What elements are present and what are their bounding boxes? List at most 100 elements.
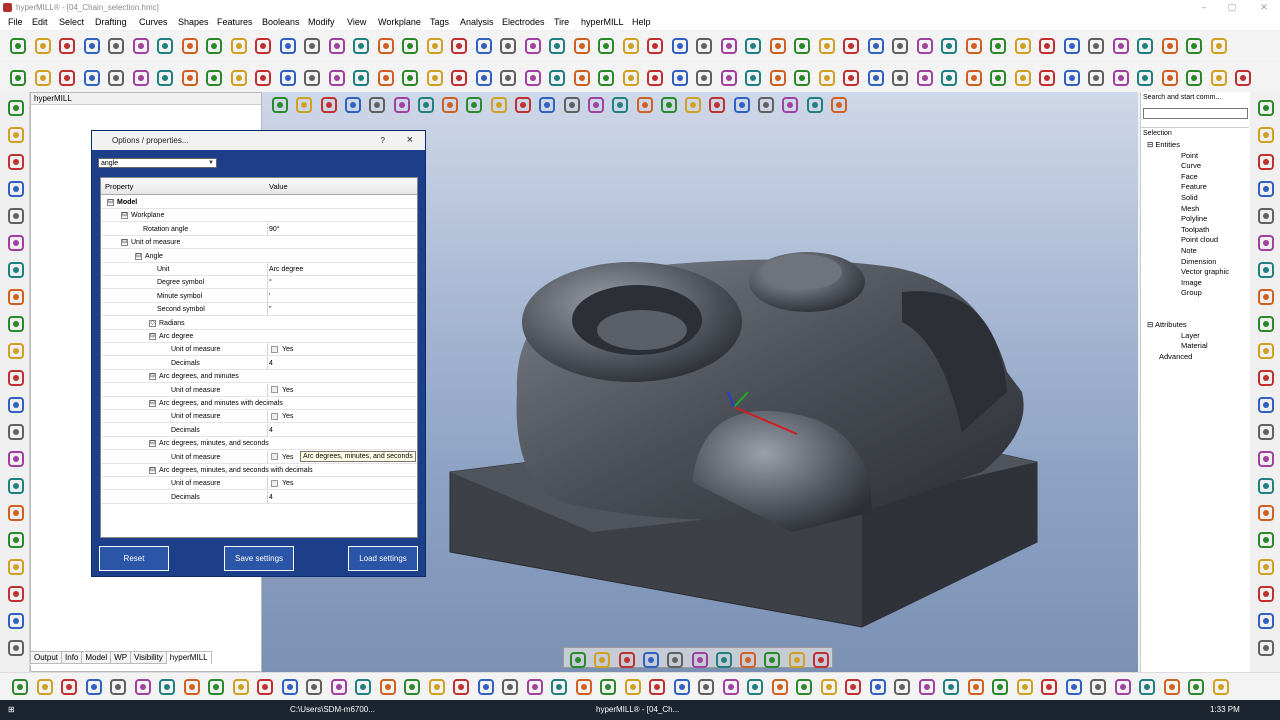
tree-item-toolpath[interactable]: Toolpath xyxy=(1181,225,1209,235)
expand-toggle-icon[interactable]: ⊟ xyxy=(135,252,142,260)
bottom-tool-icon[interactable] xyxy=(647,677,665,695)
menu-modify[interactable]: Modify xyxy=(308,15,335,30)
toolbar-tool-icon[interactable] xyxy=(229,36,247,54)
drafting-tool-icon[interactable] xyxy=(1233,68,1251,86)
drafting-tool-icon[interactable] xyxy=(155,68,173,86)
bottom-tool-icon[interactable] xyxy=(280,677,298,695)
drafting-tool-icon[interactable] xyxy=(670,68,688,86)
close-window-button[interactable]: ✕ xyxy=(1250,0,1278,15)
left-tool-icon[interactable] xyxy=(6,152,24,170)
right-tool-icon[interactable] xyxy=(1256,530,1274,548)
drafting-tool-icon[interactable] xyxy=(229,68,247,86)
menu-tags[interactable]: Tags xyxy=(430,15,449,30)
viewport-tool-icon[interactable] xyxy=(294,95,313,113)
drafting-tool-icon[interactable] xyxy=(939,68,957,86)
toolbar-tool-icon[interactable] xyxy=(523,36,541,54)
bottom-tool-icon[interactable] xyxy=(696,677,714,695)
drafting-tool-icon[interactable] xyxy=(1062,68,1080,86)
right-tool-icon[interactable] xyxy=(1256,125,1274,143)
tab-wp[interactable]: WP xyxy=(110,651,132,664)
property-row[interactable]: ⊟ Unit of measure xyxy=(101,236,417,250)
bottom-tool-icon[interactable] xyxy=(990,677,1008,695)
maximize-button[interactable]: ▢ xyxy=(1218,0,1246,15)
right-tool-icon[interactable] xyxy=(1256,314,1274,332)
right-tool-icon[interactable] xyxy=(1256,152,1274,170)
toolbar-tool-icon[interactable] xyxy=(425,36,443,54)
view-mode-icon[interactable] xyxy=(641,650,659,668)
viewport-tool-icon[interactable] xyxy=(635,95,653,113)
tree-item-solid[interactable]: Solid xyxy=(1181,193,1198,203)
tree-item-feature[interactable]: Feature xyxy=(1181,182,1207,192)
left-tool-icon[interactable] xyxy=(6,368,24,386)
drafting-tool-icon[interactable] xyxy=(915,68,933,86)
tab-visibility[interactable]: Visibility xyxy=(130,651,167,664)
drafting-tool-icon[interactable] xyxy=(596,68,614,86)
drafting-tool-icon[interactable] xyxy=(1160,68,1178,86)
toolbar-tool-icon[interactable] xyxy=(1135,36,1153,54)
viewport-tool-icon[interactable] xyxy=(586,95,604,113)
toolbar-tool-icon[interactable] xyxy=(915,36,933,54)
property-value[interactable]: ' xyxy=(267,289,417,303)
bottom-tool-icon[interactable] xyxy=(941,677,959,695)
bottom-tool-icon[interactable] xyxy=(427,677,445,695)
drafting-tool-icon[interactable] xyxy=(376,68,394,86)
menu-help[interactable]: Help xyxy=(632,15,651,30)
bottom-tool-icon[interactable] xyxy=(108,677,126,695)
property-row[interactable]: ⊟ Arc degrees, and minutes with decimals xyxy=(101,397,417,410)
toolbar-tool-icon[interactable] xyxy=(449,36,467,54)
bottom-tool-icon[interactable] xyxy=(451,677,469,695)
viewport-tool-icon[interactable] xyxy=(319,95,337,113)
search-commands-input[interactable] xyxy=(1143,108,1248,119)
tree-item-face[interactable]: Face xyxy=(1181,172,1198,182)
menu-electrodes[interactable]: Electrodes xyxy=(502,15,545,30)
drafting-tool-icon[interactable] xyxy=(57,68,75,86)
left-tool-icon[interactable] xyxy=(6,422,24,440)
bottom-tool-icon[interactable] xyxy=(1015,677,1033,695)
toolbar-tool-icon[interactable] xyxy=(768,36,786,54)
view-mode-icon[interactable] xyxy=(592,650,611,668)
view-mode-icon[interactable] xyxy=(787,650,805,668)
menu-tire[interactable]: Tire xyxy=(554,15,569,30)
tab-output[interactable]: Output xyxy=(30,651,63,664)
property-value[interactable]: Yes xyxy=(267,383,417,397)
toolbar-tool-icon[interactable] xyxy=(866,36,884,54)
drafting-tool-icon[interactable] xyxy=(204,68,222,86)
bottom-tool-icon[interactable] xyxy=(598,677,616,695)
tree-item-group[interactable]: Group xyxy=(1181,288,1202,298)
toolbar-tool-icon[interactable] xyxy=(1209,36,1227,54)
expand-toggle-icon[interactable]: ⊟ xyxy=(107,199,114,206)
toolbar-tool-icon[interactable] xyxy=(131,36,149,54)
tree-item-point-cloud[interactable]: Point cloud xyxy=(1181,235,1218,245)
property-row[interactable]: Unit of measure Yes xyxy=(101,410,417,424)
drafting-tool-icon[interactable] xyxy=(82,68,100,86)
property-row[interactable]: Unit of measure Yes xyxy=(101,477,417,491)
toolbar-tool-icon[interactable] xyxy=(621,36,639,54)
drafting-tool-icon[interactable] xyxy=(1013,68,1031,86)
reset-button[interactable]: Reset xyxy=(99,546,169,571)
left-tool-icon[interactable] xyxy=(6,395,24,413)
toolbar-tool-icon[interactable] xyxy=(155,36,173,54)
toolbar-tool-icon[interactable] xyxy=(8,36,26,54)
viewport-tool-icon[interactable] xyxy=(829,95,847,113)
property-value[interactable]: Yes xyxy=(267,410,417,424)
tree-item-dimension[interactable]: Dimension xyxy=(1181,257,1216,267)
property-row[interactable]: Second symbol " xyxy=(101,303,417,317)
bottom-tool-icon[interactable] xyxy=(182,677,200,695)
drafting-tool-icon[interactable] xyxy=(400,68,418,86)
viewport-tool-icon[interactable] xyxy=(537,95,556,113)
property-value[interactable]: " xyxy=(267,303,417,317)
viewport-tool-icon[interactable] xyxy=(780,95,799,113)
left-tool-icon[interactable] xyxy=(6,584,24,602)
bottom-tool-icon[interactable] xyxy=(353,677,371,695)
bottom-tool-icon[interactable] xyxy=(525,677,543,695)
right-tool-icon[interactable] xyxy=(1256,638,1274,656)
left-tool-icon[interactable] xyxy=(6,476,24,494)
viewport-tool-icon[interactable] xyxy=(732,95,750,113)
drafting-tool-icon[interactable] xyxy=(1184,68,1202,86)
drafting-tool-icon[interactable] xyxy=(1111,68,1129,86)
viewport-tool-icon[interactable] xyxy=(805,95,823,113)
bottom-tool-icon[interactable] xyxy=(84,677,102,695)
property-row[interactable]: Unit of measure Yes xyxy=(101,343,417,357)
menu-hypermill[interactable]: hyperMILL xyxy=(581,15,624,30)
toolbar-tool-icon[interactable] xyxy=(670,36,688,54)
